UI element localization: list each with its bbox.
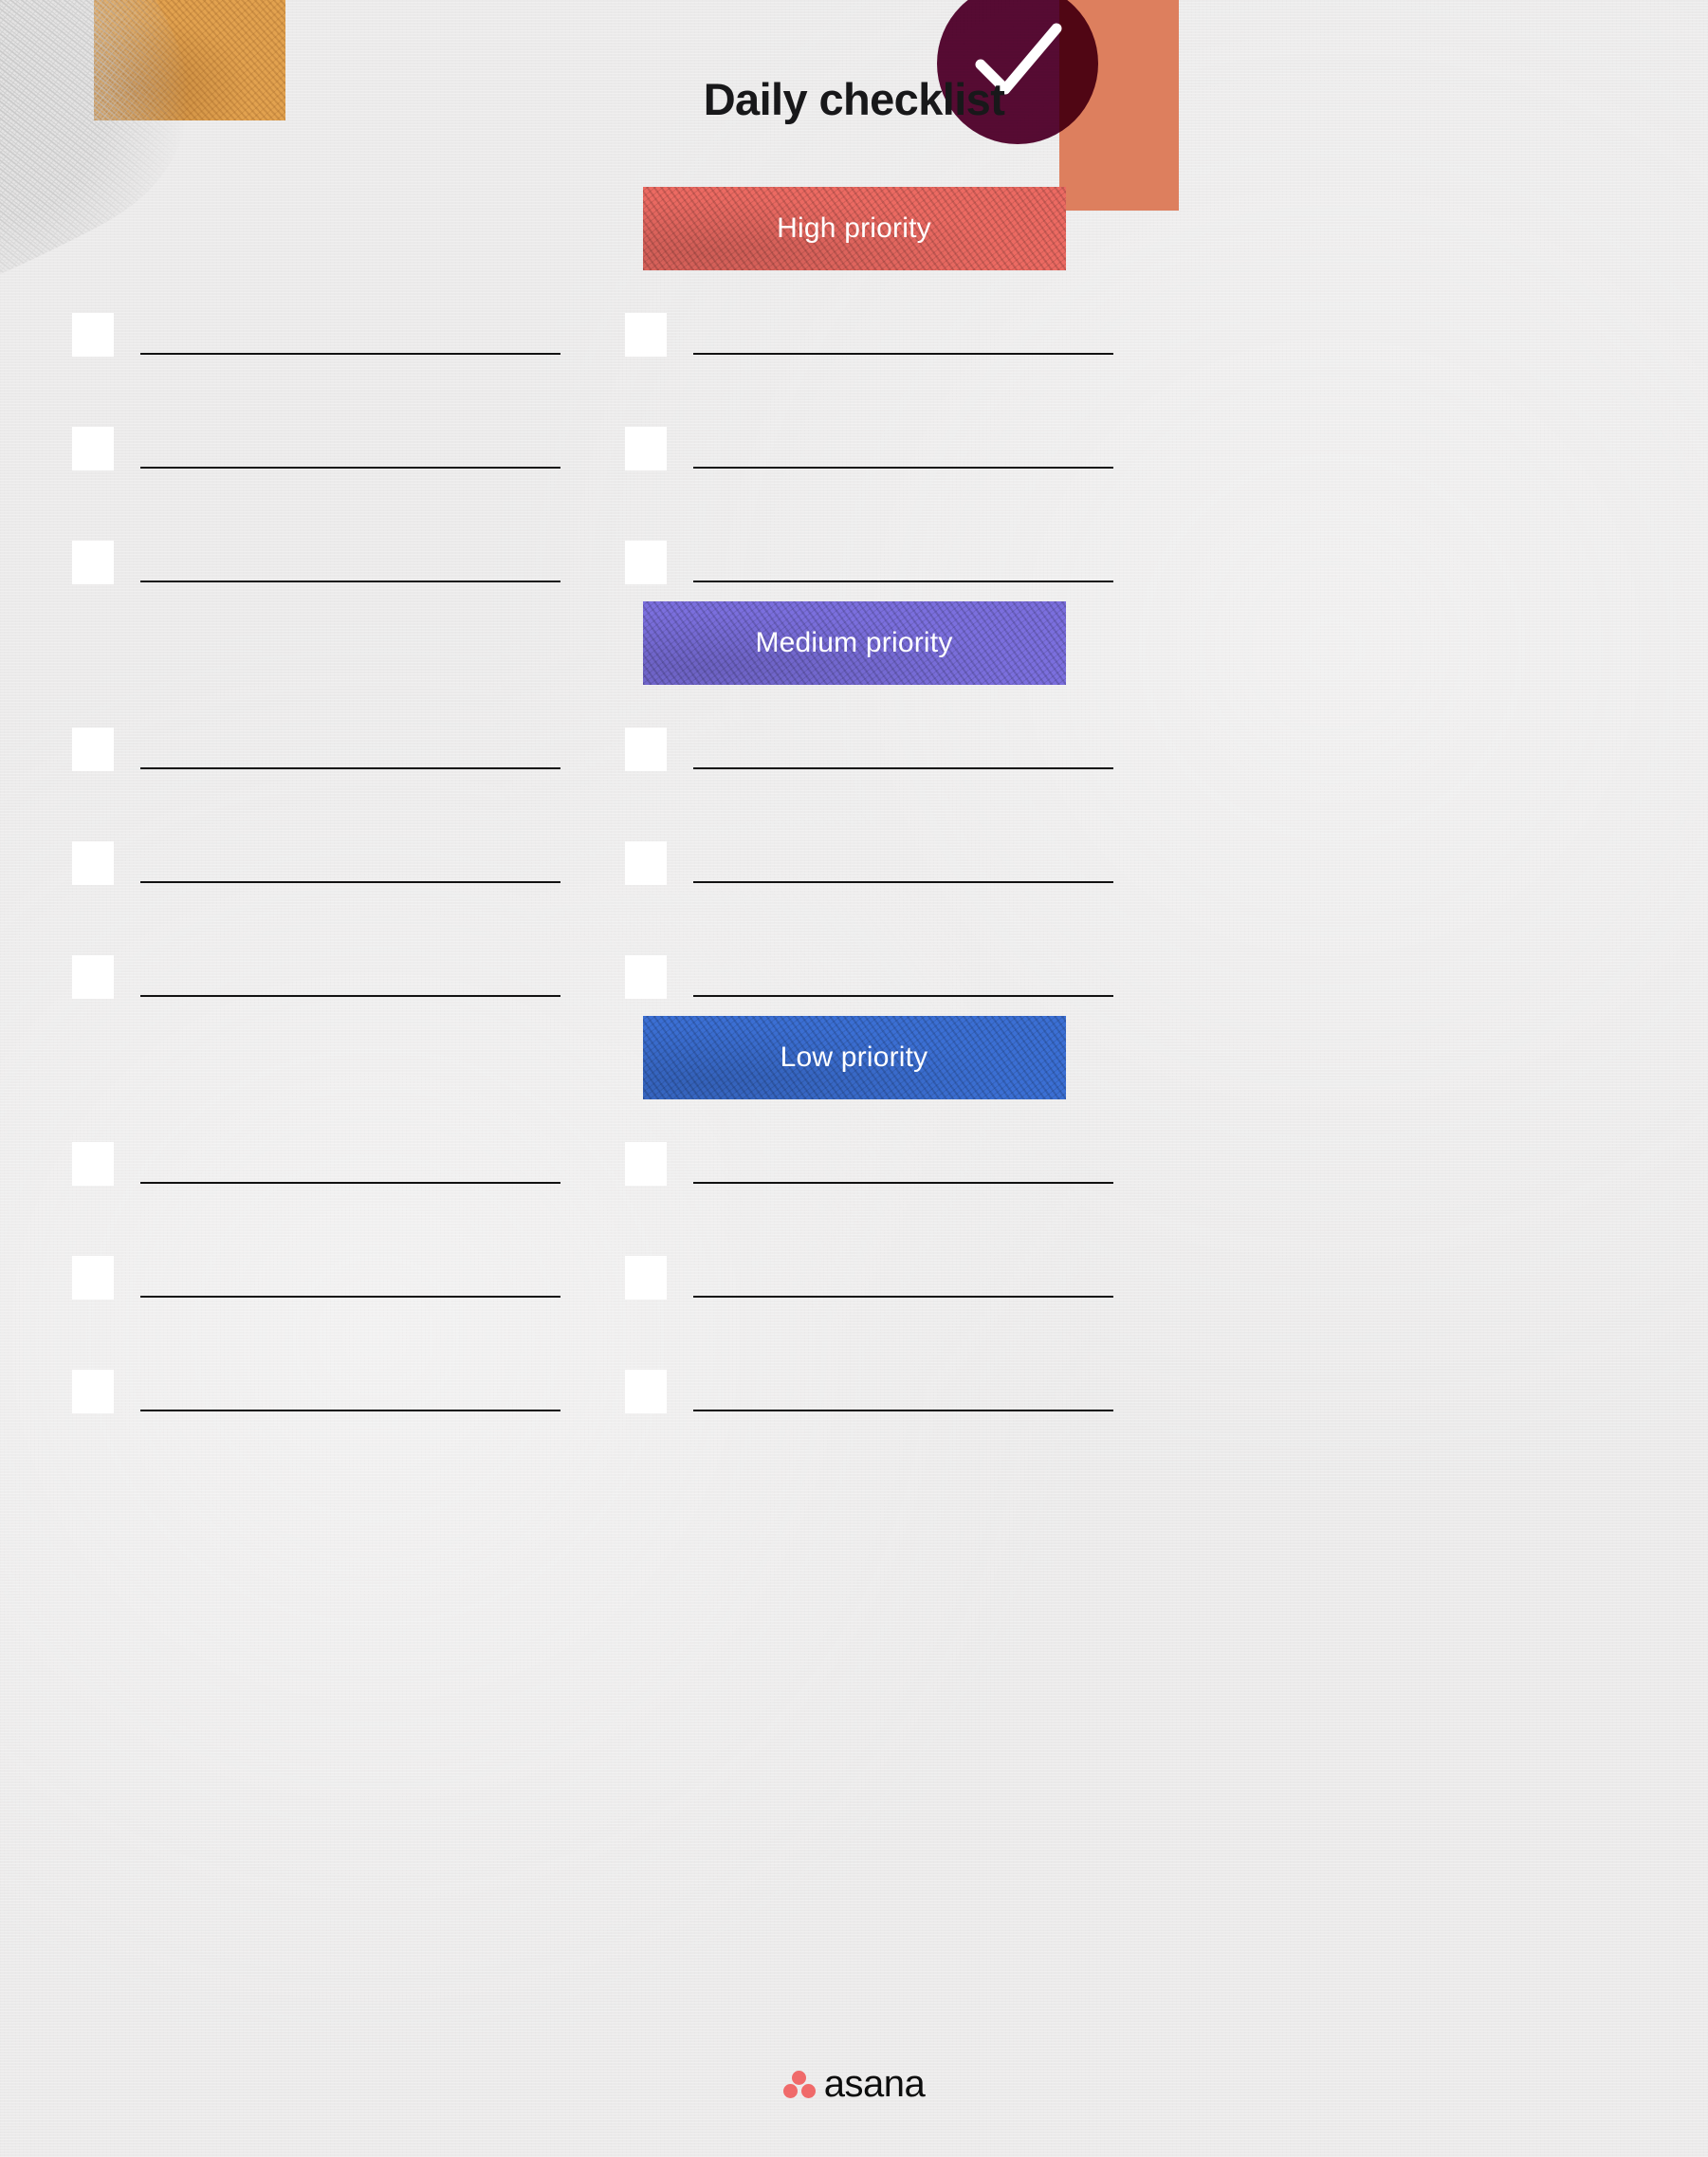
asana-logo: asana [0, 2065, 1708, 2103]
asana-wordmark: asana [823, 2063, 926, 2105]
checkbox[interactable] [625, 313, 667, 357]
checklist-row [72, 427, 560, 541]
page-title: Daily checklist [703, 74, 1005, 124]
write-line[interactable] [140, 1296, 560, 1298]
priority-section-medium: Medium priority [0, 601, 1708, 999]
checklist-row [72, 728, 560, 841]
checklist-row [625, 427, 1113, 541]
priority-banner-low: Low priority [642, 1016, 1066, 1099]
write-line[interactable] [693, 1296, 1113, 1298]
checkbox[interactable] [72, 1142, 114, 1186]
checkbox[interactable] [72, 313, 114, 357]
priority-banner-label-high: High priority [777, 212, 931, 244]
checklist-column-right-low [625, 1142, 1113, 1484]
write-line[interactable] [140, 467, 560, 469]
checkbox[interactable] [72, 427, 114, 470]
priority-section-low: Low priority [0, 1016, 1708, 1413]
checkbox[interactable] [625, 841, 667, 885]
checklist-row [625, 728, 1113, 841]
checkbox[interactable] [72, 541, 114, 584]
checkbox[interactable] [72, 1256, 114, 1300]
write-line[interactable] [140, 581, 560, 582]
checklist-row [625, 1142, 1113, 1256]
write-line[interactable] [140, 1410, 560, 1411]
priority-banner-label-medium: Medium priority [755, 627, 953, 658]
checklist-grid-high [0, 313, 1708, 584]
write-line[interactable] [693, 767, 1113, 769]
checkbox[interactable] [625, 1142, 667, 1186]
priority-section-high: High priority [0, 187, 1708, 584]
priority-banner-label-low: Low priority [780, 1042, 928, 1073]
checklist-row [72, 841, 560, 955]
write-line[interactable] [140, 353, 560, 355]
priority-banner-medium: Medium priority [642, 601, 1066, 685]
write-line[interactable] [693, 467, 1113, 469]
checklist-row [72, 1256, 560, 1370]
write-line[interactable] [693, 353, 1113, 355]
asana-dots-icon [782, 2070, 816, 2098]
write-line[interactable] [693, 881, 1113, 883]
write-line[interactable] [140, 1182, 560, 1184]
checklist-row [625, 1256, 1113, 1370]
checklist-row [72, 1142, 560, 1256]
write-line[interactable] [140, 881, 560, 883]
checkbox[interactable] [625, 955, 667, 999]
write-line[interactable] [693, 995, 1113, 997]
checkbox[interactable] [625, 541, 667, 584]
checkbox[interactable] [625, 1370, 667, 1413]
checklist-row [72, 1370, 560, 1484]
write-line[interactable] [693, 581, 1113, 582]
checkbox[interactable] [72, 1370, 114, 1413]
write-line[interactable] [693, 1410, 1113, 1411]
checklist-grid-low [0, 1142, 1708, 1413]
write-line[interactable] [140, 995, 560, 997]
checklist-column-left-low [72, 1142, 560, 1484]
checkbox[interactable] [625, 728, 667, 771]
checklist-grid-medium [0, 728, 1708, 999]
checklist-row [625, 841, 1113, 955]
checklist-row [625, 313, 1113, 427]
checklist-row [72, 313, 560, 427]
checkbox[interactable] [72, 841, 114, 885]
checklist-row [625, 1370, 1113, 1484]
checkbox[interactable] [72, 955, 114, 999]
write-line[interactable] [693, 1182, 1113, 1184]
priority-banner-high: High priority [642, 187, 1066, 270]
write-line[interactable] [140, 767, 560, 769]
checkbox[interactable] [625, 427, 667, 470]
checkbox[interactable] [72, 728, 114, 771]
checkbox[interactable] [625, 1256, 667, 1300]
